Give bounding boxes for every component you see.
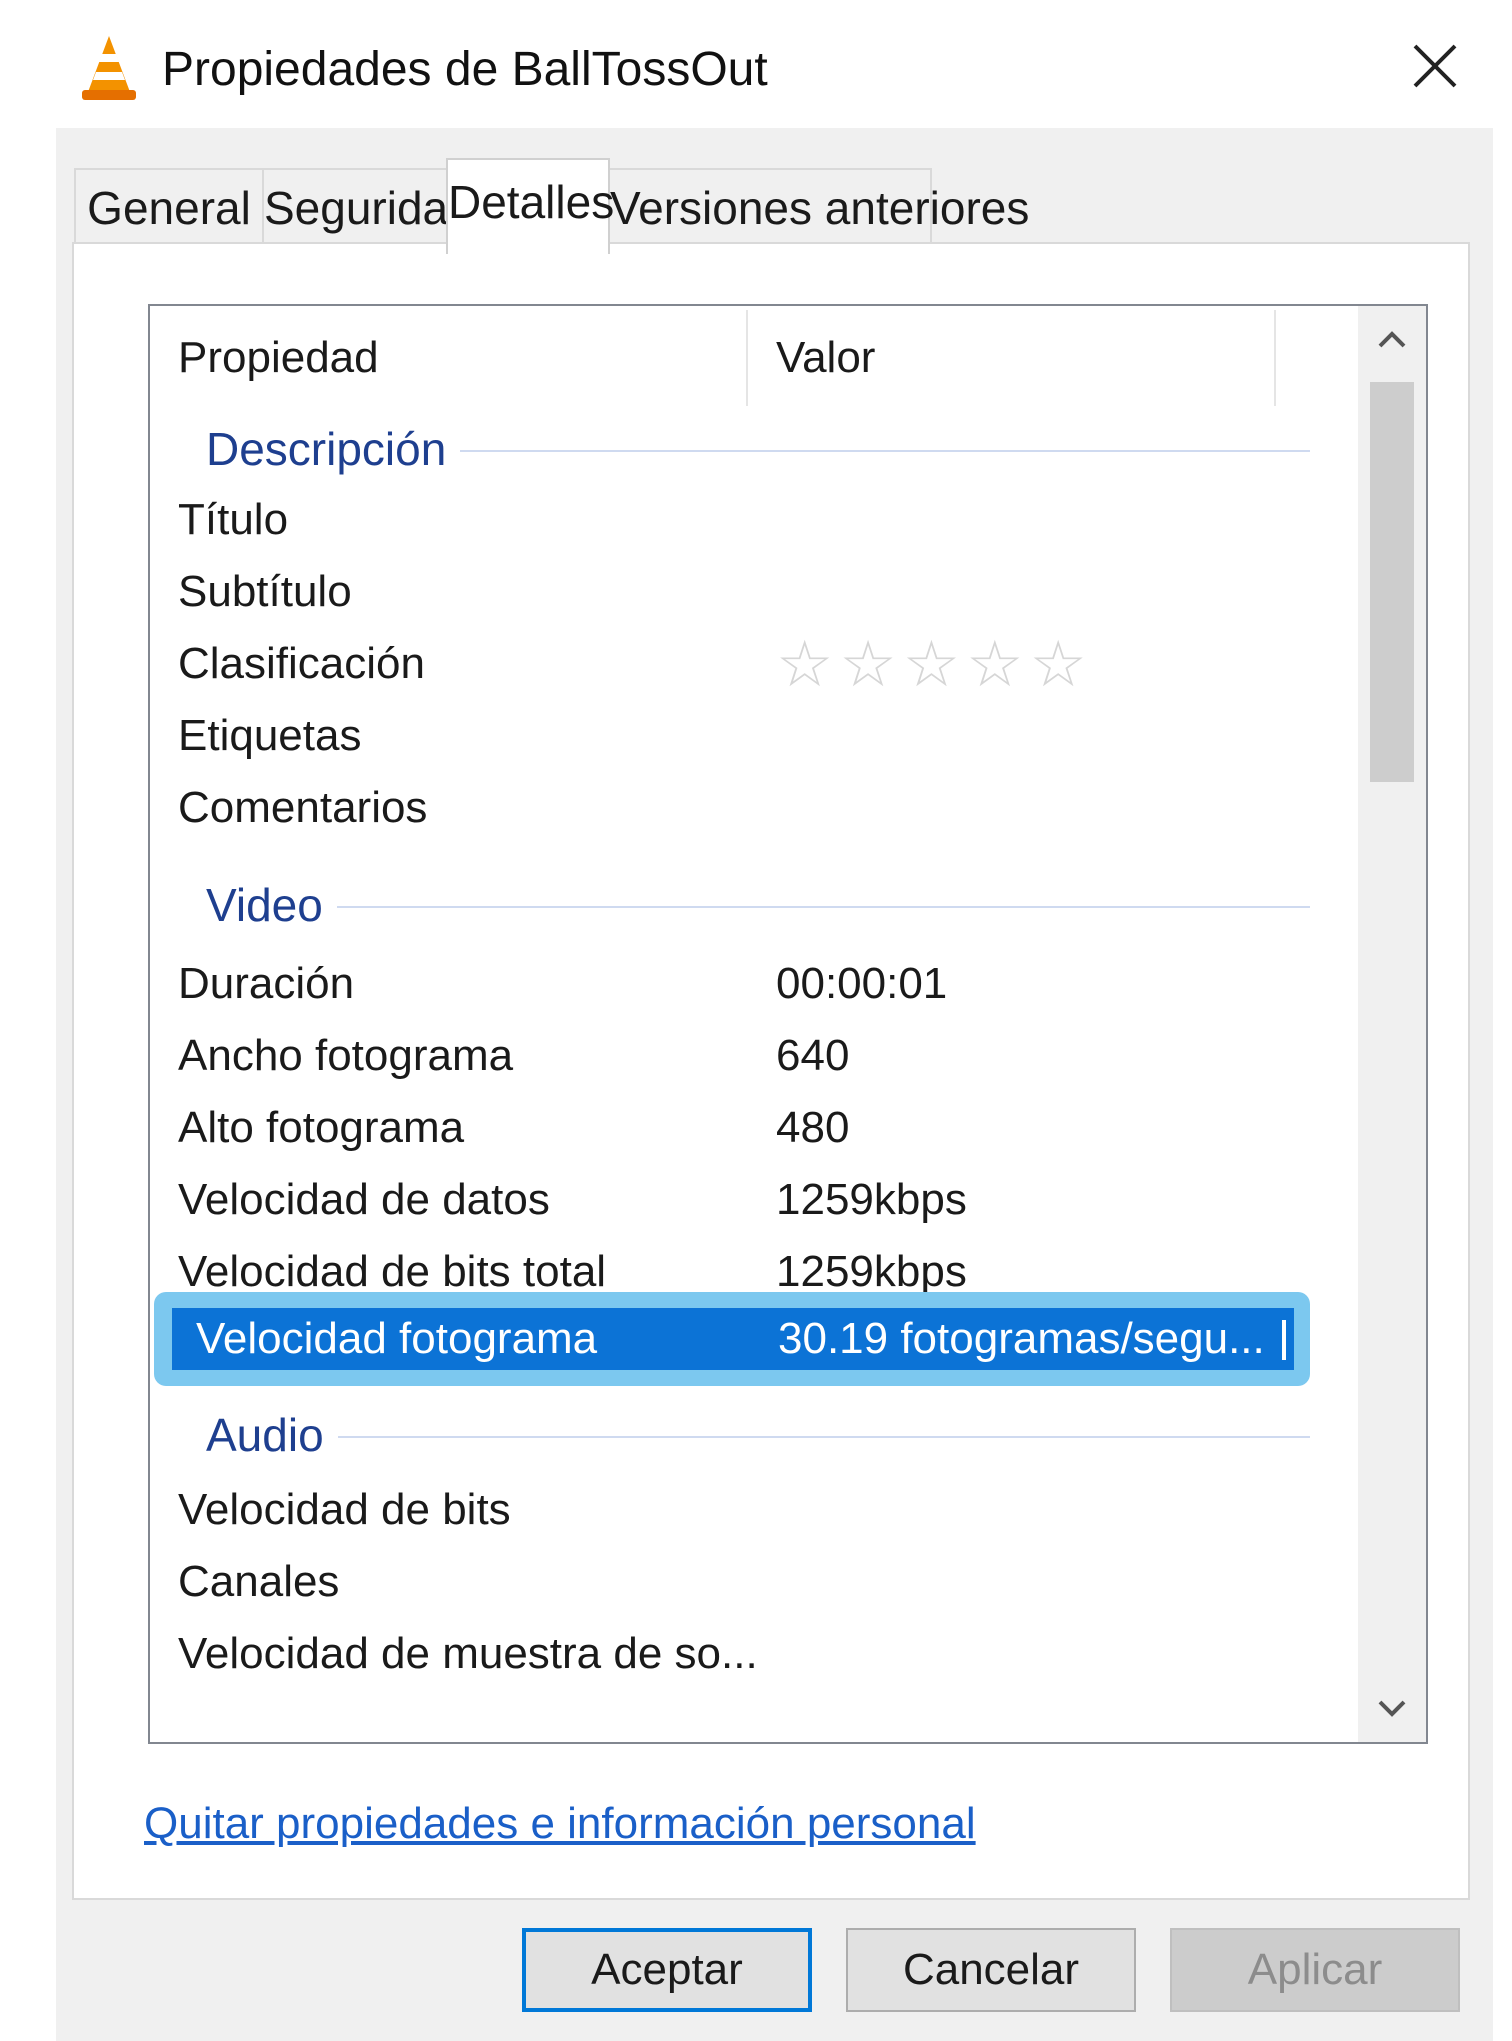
property-row[interactable]: Subtítulo [150,558,1310,626]
group-label: Descripción [206,414,461,484]
property-row[interactable]: Canales [150,1548,1310,1616]
group-divider [210,1436,1310,1438]
property-row-selected[interactable]: Velocidad fotograma 30.19 fotogramas/seg… [154,1292,1310,1386]
tab-detalles[interactable]: Detalles [446,158,614,254]
star-icon[interactable]: ☆ [776,632,833,696]
star-icon[interactable]: ☆ [903,632,960,696]
rating-stars[interactable]: ☆☆☆☆☆ [776,632,1093,696]
cancel-button[interactable]: Cancelar [846,1928,1136,2012]
property-name: Título [178,495,289,544]
star-icon[interactable]: ☆ [966,632,1023,696]
property-row[interactable]: Etiquetas [150,702,1310,770]
properties-list[interactable]: Propiedad Valor Descripción Título Subtí… [148,304,1428,1744]
group-header-description: Descripción [150,414,1310,484]
title-bar: Propiedades de BallTossOut [56,10,1493,128]
scroll-up-arrow-icon[interactable] [1358,306,1426,372]
group-divider [210,906,1310,908]
property-row[interactable]: Velocidad de muestra de so... [150,1620,1310,1688]
scroll-down-arrow-icon[interactable] [1358,1676,1426,1742]
scrollbar-thumb[interactable] [1370,382,1414,782]
star-icon[interactable]: ☆ [839,632,896,696]
property-value-editor[interactable]: 30.19 fotogramas/segu... [778,1307,1265,1371]
window-title: Propiedades de BallTossOut [162,43,768,96]
apply-button[interactable]: Aplicar [1170,1928,1460,2012]
remove-properties-link[interactable]: Quitar propiedades e información persona… [144,1794,976,1854]
selection-highlight: Velocidad fotograma 30.19 fotogramas/seg… [172,1308,1294,1370]
property-value: 1259kbps [776,1175,967,1224]
ok-button[interactable]: Aceptar [522,1928,812,2012]
property-name: Clasificación [178,639,425,688]
details-panel: Propiedad Valor Descripción Título Subtí… [72,242,1470,1900]
property-row[interactable]: Alto fotograma 480 [150,1094,1310,1162]
property-name: Duración [178,959,355,1008]
group-header-audio: Audio [150,1400,1310,1470]
property-name: Comentarios [178,783,428,832]
property-name: Ancho fotograma [178,1031,514,1080]
column-header-value[interactable]: Valor [748,306,1314,410]
close-icon[interactable] [1399,30,1471,102]
property-name: Canales [178,1557,340,1606]
property-row[interactable]: Velocidad de bits [150,1476,1310,1544]
property-name: Etiquetas [178,711,362,760]
property-name: Velocidad de datos [178,1175,550,1224]
property-row[interactable]: Velocidad de datos 1259kbps [150,1166,1310,1234]
tab-general[interactable]: General [74,168,264,244]
tab-seguridad[interactable]: Seguridad [262,168,474,244]
column-separator[interactable] [1274,310,1276,406]
property-value: 640 [776,1031,850,1080]
property-name: Subtítulo [178,567,352,616]
property-value: 00:00:01 [776,959,948,1008]
property-row[interactable]: Comentarios [150,774,1310,842]
property-name: Velocidad fotograma [196,1314,598,1363]
property-row[interactable]: Clasificación ☆☆☆☆☆ [150,630,1310,698]
property-name: Alto fotograma [178,1103,465,1152]
vertical-scrollbar[interactable] [1358,306,1426,1742]
property-name: Velocidad de bits [178,1485,511,1534]
column-header-property[interactable]: Propiedad [150,306,748,410]
text-caret [1282,1320,1286,1360]
vlc-cone-icon [82,36,136,100]
property-row[interactable]: Duración 00:00:01 [150,950,1310,1018]
star-icon[interactable]: ☆ [1030,632,1087,696]
properties-dialog: Propiedades de BallTossOut General Segur… [56,10,1493,2041]
property-name: Velocidad de muestra de so... [178,1629,758,1678]
group-header-video: Video [150,870,1310,940]
tab-versiones-anteriores[interactable]: Versiones anteriores [608,168,1029,244]
group-label: Audio [206,1400,338,1470]
property-row[interactable]: Ancho fotograma 640 [150,1022,1310,1090]
property-value: 480 [776,1103,850,1152]
property-row[interactable]: Título [150,486,1310,554]
group-label: Video [206,870,337,940]
